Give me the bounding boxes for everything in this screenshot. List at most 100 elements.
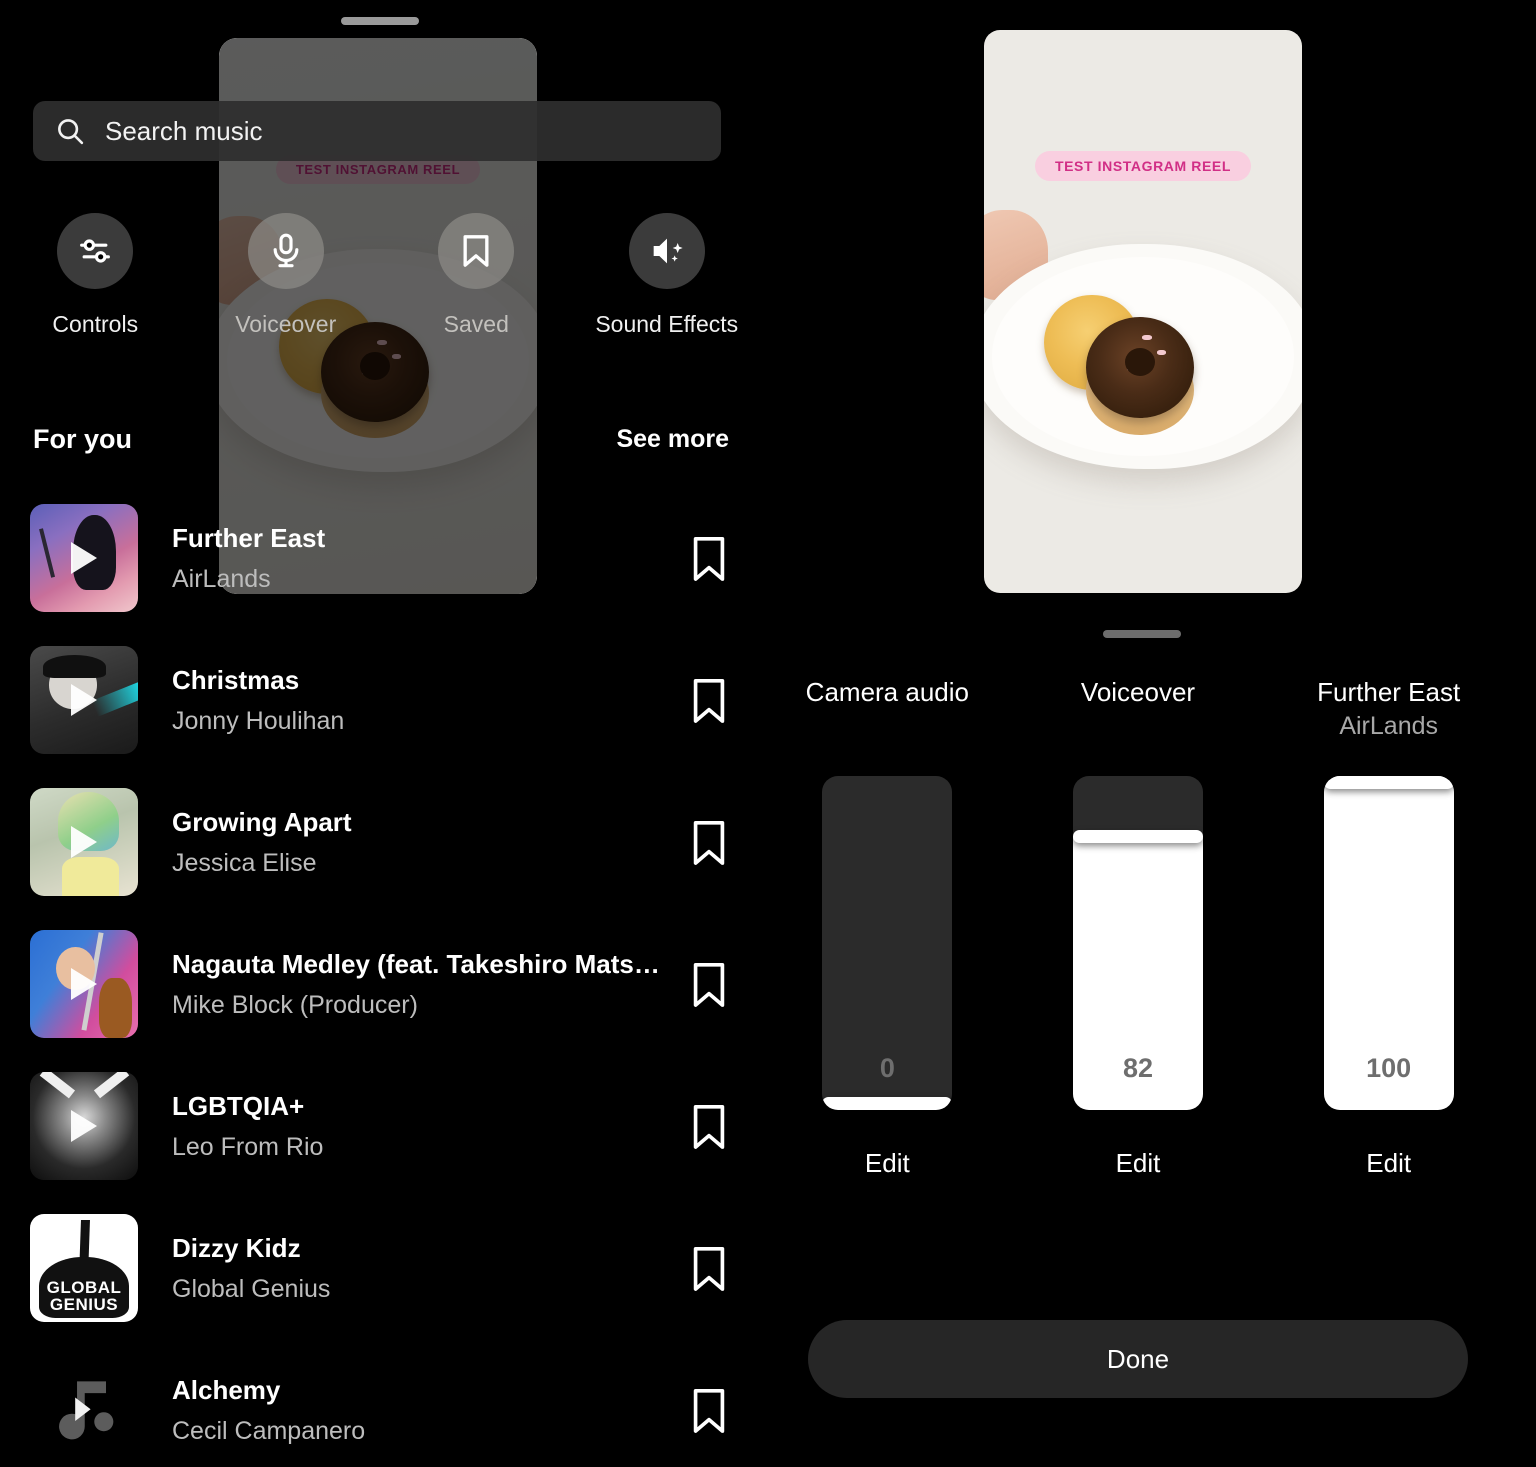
song-title: Christmas [172,664,300,695]
slider-thumb[interactable] [1073,830,1203,844]
volume-slider[interactable]: 100 [1323,776,1454,1110]
song-title: Alchemy [172,1374,281,1405]
edit-button[interactable]: Edit [865,1148,910,1179]
play-icon [71,826,97,858]
done-button[interactable]: Done [808,1320,1468,1398]
slider-thumb[interactable] [1323,776,1454,789]
music-note-icon [59,1381,114,1440]
art-detail [93,1072,129,1099]
album-art[interactable] [30,504,138,612]
slider-thumb[interactable] [822,1097,953,1110]
list-item[interactable]: Further East AirLands [0,487,762,629]
search-music-bar[interactable]: Search music [33,101,721,161]
play-icon [71,968,97,1000]
song-meta: Nagauta Medley (feat. Takeshiro Matsu… M… [138,949,686,1020]
bookmark-icon[interactable] [686,1384,732,1436]
song-artist: Jonny Houlihan [172,706,345,735]
bookmark-icon[interactable] [686,1100,732,1152]
edit-button[interactable]: Edit [1116,1148,1161,1179]
video-preview[interactable]: TEST INSTAGRAM REEL [984,30,1302,593]
song-title: LGBTQIA+ [172,1090,305,1121]
microphone-icon [273,233,299,268]
saved-button[interactable] [438,213,515,289]
sprinkle [1157,349,1166,355]
track-artist: AirLands [1339,712,1438,741]
song-meta: Alchemy Cecil Campanero [138,1375,686,1446]
song-list: Further East AirLands Christmas Jonny Ho… [0,487,762,1467]
bookmark-icon[interactable] [686,532,732,584]
track-label: Camera audio [805,677,969,707]
music-picker-screen: TEST INSTAGRAM REEL Search music [0,0,762,1467]
tool-saved[interactable]: Saved [381,213,572,363]
sliders-icon [80,239,111,263]
audio-mixer: Camera audio 0 Edit Voiceover 82 Edit Fu… [762,676,1514,1196]
bookmark-icon [463,235,489,267]
art-detail [91,682,138,718]
art-detail [99,977,132,1038]
list-item[interactable]: GLOBAL GENIUS Dizzy Kidz Global Genius [0,1197,762,1339]
audio-mixer-screen: TEST INSTAGRAM REEL Camera audio 0 Edit … [762,0,1514,1467]
mixer-track-music: Further East AirLands 100 Edit [1263,676,1514,1196]
album-art[interactable] [30,788,138,896]
reel-badge: TEST INSTAGRAM REEL [1034,151,1252,182]
album-art[interactable] [30,1356,138,1464]
track-label: Voiceover [1080,677,1196,707]
bookmark-icon[interactable] [686,674,732,726]
search-icon [58,119,84,145]
tool-controls-label: Controls [52,311,139,337]
volume-slider[interactable]: 82 [1073,776,1203,1110]
tool-saved-label: Saved [443,311,509,337]
tool-controls[interactable]: Controls [0,213,191,363]
see-more-link[interactable]: See more [616,425,729,454]
edit-button[interactable]: Edit [1366,1148,1411,1179]
track-title: Further East [1317,677,1461,707]
volume-slider[interactable]: 0 [822,776,953,1110]
sound-effects-button[interactable] [628,213,705,289]
song-meta: Dizzy Kidz Global Genius [138,1233,686,1304]
album-art[interactable] [30,1072,138,1180]
for-you-title: For you [33,423,132,454]
list-item[interactable]: Alchemy Cecil Campanero [0,1339,762,1467]
play-icon [71,542,97,574]
bookmark-icon[interactable] [686,816,732,868]
tool-sound-effects-label: Sound Effects [595,311,739,337]
song-meta: Christmas Jonny Houlihan [138,665,686,736]
sprinkle [1126,365,1136,371]
mixer-track-camera-audio: Camera audio 0 Edit [762,676,1013,1196]
play-icon [71,1110,97,1142]
list-item[interactable]: Nagauta Medley (feat. Takeshiro Matsu… M… [0,913,762,1055]
art-detail [42,654,106,679]
song-title: Dizzy Kidz [172,1232,301,1263]
voiceover-button[interactable] [247,213,324,289]
sheet-drag-handle[interactable] [341,17,419,25]
album-art[interactable] [30,646,138,754]
song-artist: Mike Block (Producer) [172,990,418,1019]
sprinkle [1141,335,1152,341]
list-item[interactable]: LGBTQIA+ Leo From Rio [0,1055,762,1197]
slider-value: 82 [1122,1053,1154,1083]
song-title: Nagauta Medley (feat. Takeshiro Matsu… [172,948,666,979]
music-sheet: Search music Controls Voiceover Saved So… [0,0,762,1467]
track-label: Further East AirLands [1317,676,1460,752]
album-art[interactable]: GLOBAL GENIUS [30,1214,138,1322]
list-item[interactable]: Christmas Jonny Houlihan [0,629,762,771]
album-art[interactable] [30,930,138,1038]
tool-voiceover[interactable]: Voiceover [191,213,382,363]
song-meta: Further East AirLands [138,523,686,594]
mixer-track-voiceover: Voiceover 82 Edit [1013,676,1264,1196]
list-item[interactable]: Growing Apart Jessica Elise [0,771,762,913]
bookmark-icon[interactable] [686,1242,732,1294]
preview-drag-handle[interactable] [1103,630,1181,638]
art-detail [62,857,119,896]
tool-buttons-row: Controls Voiceover Saved Sound Effects [0,213,762,363]
bookmark-icon[interactable] [686,958,732,1010]
song-artist: Jessica Elise [172,848,317,877]
song-meta: LGBTQIA+ Leo From Rio [138,1091,686,1162]
song-artist: Cecil Campanero [172,1416,366,1445]
tool-sound-effects[interactable]: Sound Effects [572,213,763,363]
song-artist: AirLands [172,564,271,593]
song-meta: Growing Apart Jessica Elise [138,807,686,878]
controls-button[interactable] [57,213,134,289]
for-you-header: For you See more [0,415,762,463]
song-title: Growing Apart [172,806,352,837]
